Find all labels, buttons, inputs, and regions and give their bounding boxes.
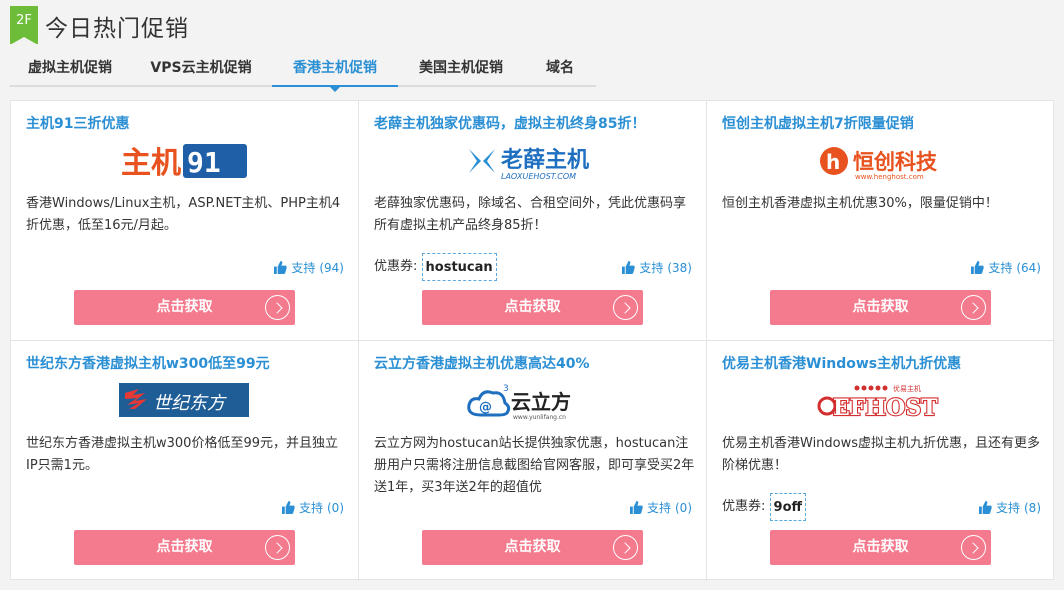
- button-label: 点击获取: [156, 299, 213, 315]
- support-label: 支持: [988, 261, 1013, 275]
- arrow-right-icon: [613, 535, 638, 560]
- host91-logo[interactable]: 主机 91: [11, 139, 359, 183]
- tab-hongkong-host[interactable]: 香港主机促销: [272, 56, 398, 92]
- coupon: 优惠券: hostucan: [374, 253, 497, 281]
- card-title[interactable]: 老薛主机独家优惠码，虚拟主机终身85折！: [374, 113, 645, 133]
- card-description: 世纪东方香港虚拟主机w300价格低至99元，并且独立IP只需1元。: [26, 436, 338, 473]
- henghost-logo[interactable]: h 恒创科技 www.henghost.com: [707, 139, 1055, 183]
- get-offer-button[interactable]: 点击获取: [770, 530, 991, 565]
- coupon-label: 优惠券:: [374, 259, 418, 274]
- support-count: (94): [319, 260, 344, 275]
- get-offer-button[interactable]: 点击获取: [422, 530, 643, 565]
- logo-subtext: LAOXUEHOST.COM: [501, 172, 576, 181]
- support-button[interactable]: 支持 (64): [971, 259, 1041, 276]
- button-label: 点击获取: [852, 539, 909, 555]
- tab-us-host[interactable]: 美国主机促销: [398, 56, 524, 85]
- floor-badge: 2F: [10, 6, 38, 45]
- tab-domain[interactable]: 域名: [524, 56, 596, 85]
- support-count: (64): [1016, 260, 1041, 275]
- support-count: (38): [667, 260, 692, 275]
- yunlifang-logo[interactable]: @ 3 云立方 www.yunlifang.cn: [359, 379, 707, 423]
- get-offer-button[interactable]: 点击获取: [770, 290, 991, 325]
- tab-vps-cloud[interactable]: VPS云主机促销: [130, 56, 272, 85]
- support-button[interactable]: 支持 (38): [622, 259, 692, 276]
- button-label: 点击获取: [156, 539, 213, 555]
- thumbs-up-icon: [971, 261, 985, 274]
- logo-text: 恒创科技: [853, 150, 938, 174]
- card-description: 老薛独家优惠码，除域名、合租空间外，凭此优惠码享所有虚拟主机产品终身85折！: [374, 196, 687, 233]
- coupon: 优惠券: 9off: [722, 493, 807, 521]
- support-count: (0): [675, 500, 692, 515]
- thumbs-up-icon: [629, 501, 643, 514]
- sjdf-logo[interactable]: 世纪东方: [11, 379, 359, 423]
- promo-tabs: 虚拟主机促销 VPS云主机促销 香港主机促销 美国主机促销 域名: [10, 56, 596, 92]
- logo-subtext: www.henghost.com: [855, 173, 924, 181]
- support-button[interactable]: 支持 (0): [629, 499, 692, 516]
- card-description: 恒创主机香港虚拟主机优惠30%，限量促销中！: [722, 196, 998, 211]
- logo-text: EFHOST: [833, 395, 938, 421]
- star-icon: [469, 149, 495, 173]
- support-label: 支持: [291, 261, 316, 275]
- efhost-logo[interactable]: 优易主机 EFHOST: [707, 379, 1055, 423]
- cloud-icon: @ 3: [467, 384, 511, 417]
- logo-text-2: 91: [187, 146, 221, 179]
- thumbs-up-icon: [978, 501, 992, 514]
- thumbs-up-icon: [274, 261, 288, 274]
- support-button[interactable]: 支持 (94): [274, 259, 344, 276]
- card-description: 香港Windows/Linux主机，ASP.NET主机、PHP主机4折优惠，低至…: [26, 196, 341, 233]
- promo-card: 世纪东方香港虚拟主机w300低至99元 世纪东方 世纪东方香港虚拟主机w300价…: [11, 341, 359, 581]
- promo-card: 云立方香港虚拟主机优惠高达40% @ 3 云立方 www.yunlifang.c…: [359, 341, 707, 581]
- section-title: 今日热门促销: [45, 16, 189, 42]
- card-description: 云立方网为hostucan站长提供独家优惠，hostucan注册用户只需将注册信…: [374, 436, 695, 495]
- support-count: (8): [1024, 500, 1041, 515]
- support-button[interactable]: 支持 (0): [281, 499, 344, 516]
- arrow-right-icon: [613, 295, 638, 320]
- support-label: 支持: [995, 501, 1020, 515]
- logo-text: 主机: [121, 146, 181, 181]
- card-title[interactable]: 云立方香港虚拟主机优惠高达40%: [374, 353, 590, 373]
- coupon-code[interactable]: 9off: [769, 493, 807, 521]
- thumbs-up-icon: [281, 501, 295, 514]
- button-label: 点击获取: [504, 539, 561, 555]
- support-label: 支持: [298, 501, 323, 515]
- svg-text:3: 3: [503, 384, 509, 394]
- support-label: 支持: [639, 261, 664, 275]
- arrow-right-icon: [961, 295, 986, 320]
- logo-subtext: 优易主机: [893, 384, 921, 393]
- card-title[interactable]: 恒创主机虚拟主机7折限量促销: [722, 113, 914, 133]
- promo-card: 主机91三折优惠 主机 91 香港Windows/Linux主机，ASP.NET…: [11, 101, 359, 341]
- svg-text:@: @: [479, 400, 492, 415]
- tab-virtual-host[interactable]: 虚拟主机促销: [10, 56, 130, 85]
- support-button[interactable]: 支持 (8): [978, 499, 1041, 516]
- promo-card: 老薛主机独家优惠码，虚拟主机终身85折！ 老薛主机 LAOXUEHOST.COM…: [359, 101, 707, 341]
- arrow-right-icon: [265, 535, 290, 560]
- promo-grid: 主机91三折优惠 主机 91 香港Windows/Linux主机，ASP.NET…: [10, 100, 1055, 581]
- logo-text: 云立方: [511, 390, 571, 414]
- promo-card: 恒创主机虚拟主机7折限量促销 h 恒创科技 www.henghost.com 恒…: [707, 101, 1055, 341]
- logo-subtext: www.yunlifang.cn: [513, 414, 566, 421]
- coupon-code[interactable]: hostucan: [421, 253, 497, 281]
- svg-text:h: h: [826, 150, 840, 174]
- support-count: (0): [327, 500, 344, 515]
- laoxue-logo[interactable]: 老薛主机 LAOXUEHOST.COM: [359, 139, 707, 183]
- get-offer-button[interactable]: 点击获取: [74, 530, 295, 565]
- support-label: 支持: [646, 501, 671, 515]
- card-title[interactable]: 优易主机香港Windows主机九折优惠: [722, 353, 961, 373]
- get-offer-button[interactable]: 点击获取: [74, 290, 295, 325]
- section-header: 2F 今日热门促销 虚拟主机促销 VPS云主机促销 香港主机促销 美国主机促销 …: [0, 0, 1064, 92]
- button-label: 点击获取: [852, 299, 909, 315]
- card-title[interactable]: 主机91三折优惠: [26, 113, 129, 133]
- get-offer-button[interactable]: 点击获取: [422, 290, 643, 325]
- logo-text: 世纪东方: [153, 393, 227, 414]
- card-title[interactable]: 世纪东方香港虚拟主机w300低至99元: [26, 353, 270, 373]
- coupon-label: 优惠券:: [722, 499, 766, 514]
- button-label: 点击获取: [504, 299, 561, 315]
- arrow-right-icon: [265, 295, 290, 320]
- card-description: 优易主机香港Windows虚拟主机九折优惠，且还有更多阶梯优惠！: [722, 436, 1041, 473]
- promo-card: 优易主机香港Windows主机九折优惠 优易主机 EFHOST 优易主机香港Wi…: [707, 341, 1055, 581]
- arrow-right-icon: [961, 535, 986, 560]
- thumbs-up-icon: [622, 261, 636, 274]
- logo-text: 老薛主机: [500, 148, 589, 173]
